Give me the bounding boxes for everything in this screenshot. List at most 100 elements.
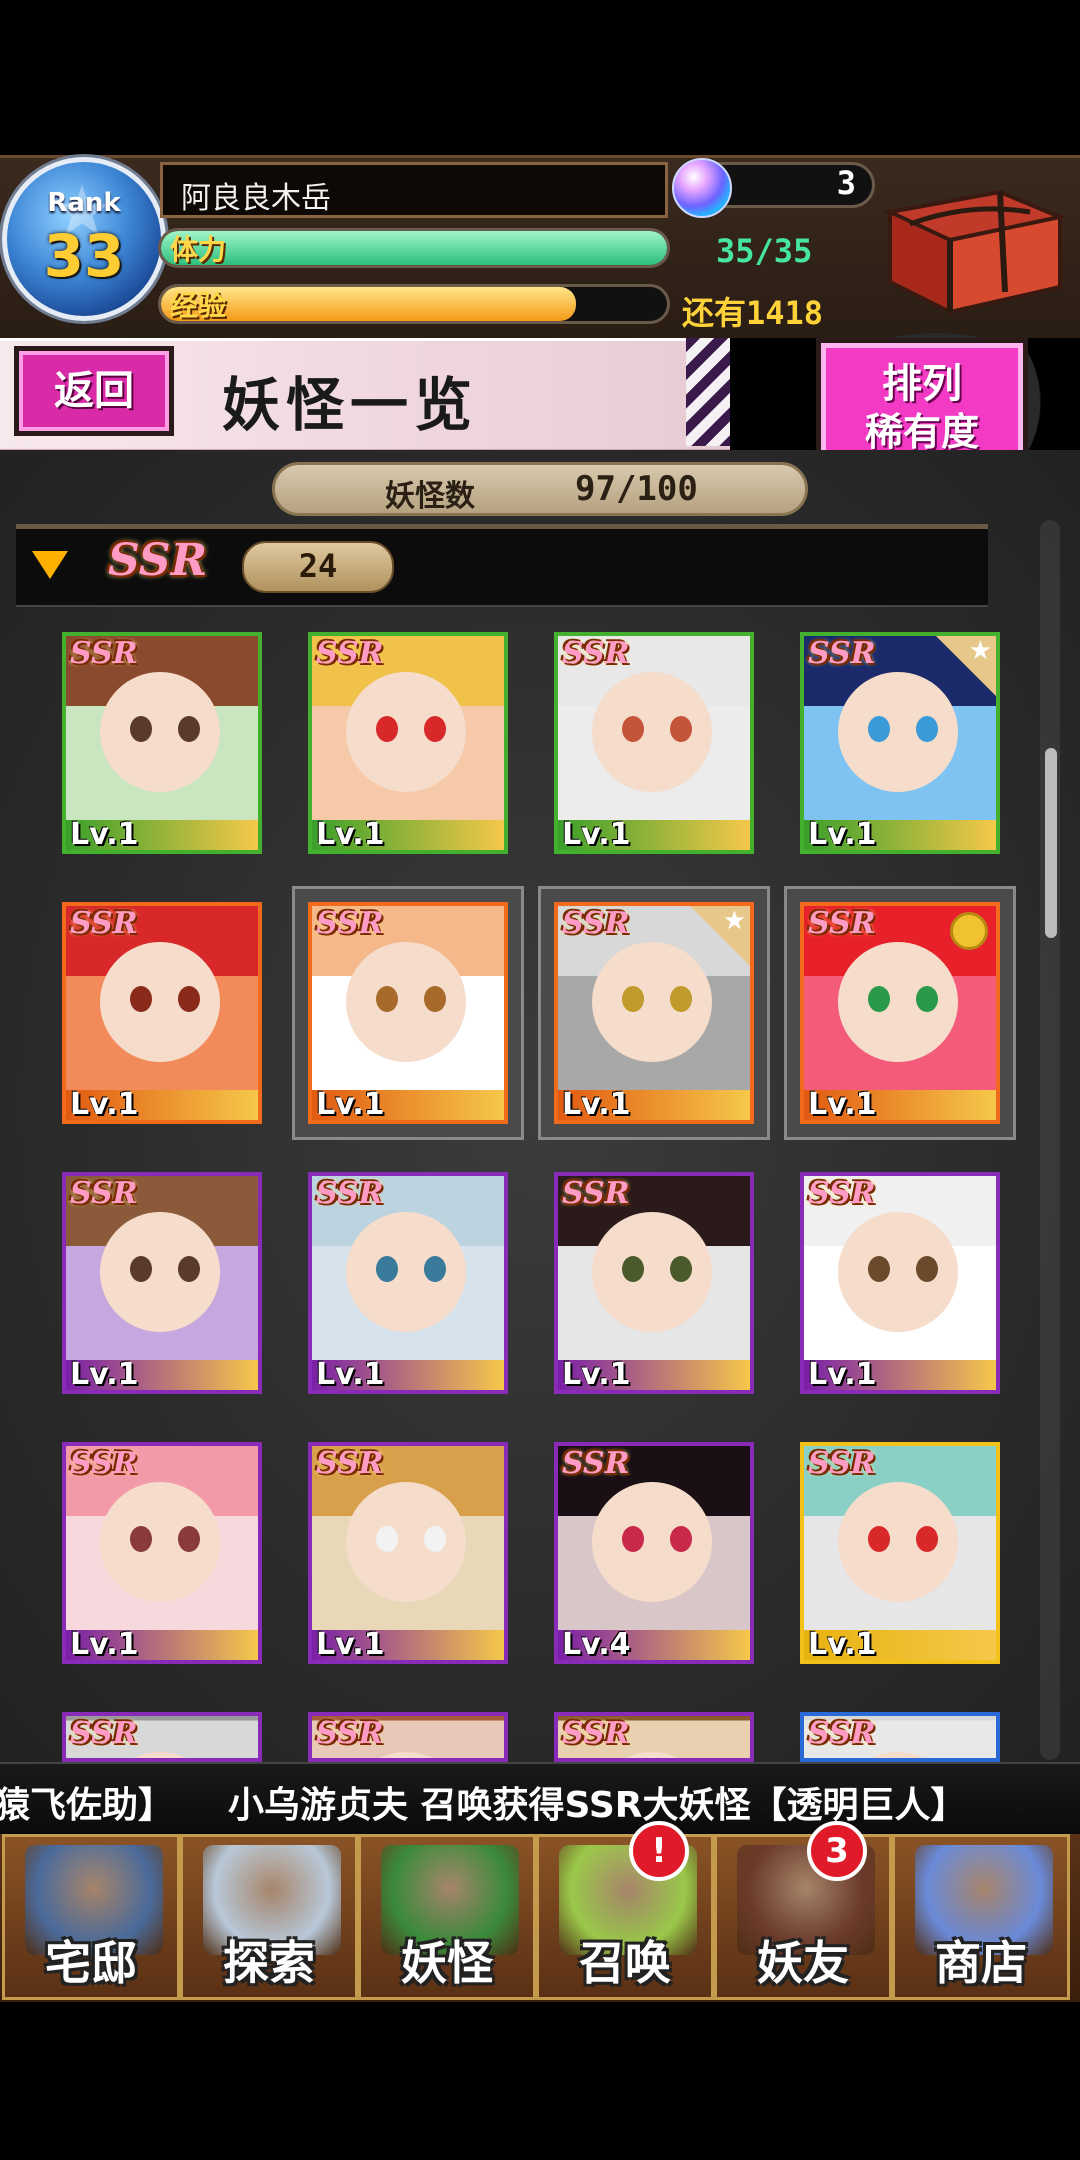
yokai-eye <box>178 1256 200 1282</box>
section-count: 24 <box>298 547 338 585</box>
card-level: Lv.1 <box>808 817 877 852</box>
card-level: Lv.1 <box>562 817 631 852</box>
nav-label: 妖友 <box>757 1936 849 1990</box>
card-rarity-badge: SSR <box>562 1446 630 1481</box>
yokai-eye <box>376 1256 398 1282</box>
yokai-eye <box>622 986 644 1012</box>
yokai-card[interactable]: SSR Lv.1 <box>554 1172 754 1394</box>
treasure-chest-icon[interactable] <box>880 172 1065 322</box>
yokai-card[interactable]: SSR <box>554 1712 754 1762</box>
yokai-eye <box>868 986 890 1012</box>
back-button[interactable]: 返回 <box>14 346 174 436</box>
stamina-value: 35/35 <box>716 232 813 270</box>
banner-stripe <box>686 338 730 446</box>
yokai-eye <box>376 986 398 1012</box>
card-rarity-badge: SSR <box>808 1446 876 1481</box>
nav-button-1[interactable]: 宅邸 <box>2 1834 180 2000</box>
yokai-card[interactable]: SSR Lv.1 <box>308 902 508 1124</box>
yokai-eye <box>670 716 692 742</box>
stamina-bar <box>158 228 670 268</box>
yokai-card[interactable]: SSR <box>308 1712 508 1762</box>
card-rarity-badge: SSR <box>316 636 384 671</box>
yokai-eye <box>376 716 398 742</box>
yokai-card[interactable]: SSR <box>62 1712 262 1762</box>
rank-label: Rank <box>47 188 121 218</box>
yokai-card[interactable]: SSR ★ Lv.1 <box>554 902 754 1124</box>
nav-label: 探索 <box>223 1936 315 1990</box>
scrollbar-thumb[interactable] <box>1045 748 1057 938</box>
yokai-card[interactable]: SSR Lv.1 <box>308 1442 508 1664</box>
yokai-face <box>100 1752 220 1758</box>
yokai-eye <box>424 1256 446 1282</box>
yokai-face <box>346 1212 466 1332</box>
exp-bar <box>158 284 670 324</box>
yokai-card[interactable]: SSR Lv.1 <box>308 632 508 854</box>
yokai-card[interactable]: SSR <box>800 1712 1000 1762</box>
card-level: Lv.1 <box>808 1087 877 1122</box>
nav-button-6[interactable]: 商店 <box>892 1834 1070 2000</box>
nav-button-3[interactable]: 妖怪 <box>358 1834 536 2000</box>
notification-badge: ! <box>629 1821 689 1881</box>
card-level: Lv.1 <box>70 1627 139 1662</box>
yokai-face <box>346 942 466 1062</box>
yokai-card[interactable]: SSR Lv.1 <box>62 1442 262 1664</box>
yokai-face <box>346 1752 466 1758</box>
yokai-eye <box>868 1256 890 1282</box>
yokai-eye <box>670 1256 692 1282</box>
yokai-card[interactable]: SSR ★ Lv.1 <box>800 632 1000 854</box>
nav-label: 妖怪 <box>401 1936 493 1990</box>
card-rarity-badge: SSR <box>808 1176 876 1211</box>
yokai-eye <box>178 716 200 742</box>
yokai-eye <box>868 716 890 742</box>
yokai-count-label: 妖怪数 <box>385 479 475 514</box>
nav-label: 召唤 <box>579 1936 671 1990</box>
sort-button[interactable]: 排列 稀有度 <box>816 338 1028 462</box>
nav-button-4[interactable]: 召唤! <box>536 1821 714 2000</box>
rarity-section-header[interactable]: SSR 24 <box>16 524 988 607</box>
gold-medal-icon <box>950 912 988 950</box>
yokai-face <box>838 1212 958 1332</box>
yokai-card[interactable]: SSR Lv.1 <box>800 902 1000 1124</box>
card-level: Lv.1 <box>808 1627 877 1662</box>
yokai-count-value: 97/100 <box>575 469 698 509</box>
card-rarity-badge: SSR <box>70 1176 138 1211</box>
yokai-card[interactable]: SSR Lv.1 <box>62 1172 262 1394</box>
rarity-badge: SSR <box>108 535 208 586</box>
yokai-card[interactable]: SSR Lv.1 <box>554 632 754 854</box>
yokai-eye <box>130 1256 152 1282</box>
stamina-bar-fill <box>161 231 667 265</box>
nav-label: 商店 <box>935 1936 1027 1990</box>
yokai-face <box>592 1482 712 1602</box>
card-level: Lv.1 <box>70 1357 139 1392</box>
yokai-eye <box>424 1526 446 1552</box>
yokai-eye <box>622 716 644 742</box>
card-level: Lv.1 <box>316 817 385 852</box>
nav-button-5[interactable]: 妖友 3 <box>714 1821 892 2000</box>
yokai-card[interactable]: SSR Lv.1 <box>62 902 262 1124</box>
rank-badge[interactable]: ★ Rank 33 <box>2 157 166 321</box>
yokai-card[interactable]: SSR Lv.4 <box>554 1442 754 1664</box>
card-level: Lv.4 <box>562 1627 631 1662</box>
card-level: Lv.1 <box>808 1357 877 1392</box>
yokai-face <box>100 1482 220 1602</box>
yokai-card[interactable]: SSR Lv.1 <box>800 1442 1000 1664</box>
yokai-eye <box>178 986 200 1012</box>
rank-value: 33 <box>43 222 125 290</box>
card-rarity-badge: SSR <box>808 636 876 671</box>
yokai-eye <box>376 1526 398 1552</box>
yokai-face <box>592 1752 712 1758</box>
nav-button-2[interactable]: 探索 <box>180 1834 358 2000</box>
yokai-face <box>346 672 466 792</box>
card-rarity-badge: SSR <box>316 906 384 941</box>
collapse-triangle-icon[interactable] <box>32 551 68 579</box>
yokai-face <box>838 1752 958 1758</box>
yokai-card[interactable]: SSR Lv.1 <box>62 632 262 854</box>
yokai-count-pill: 妖怪数 97/100 <box>272 462 808 516</box>
yokai-eye <box>130 716 152 742</box>
yokai-face <box>592 672 712 792</box>
yokai-card[interactable]: SSR Lv.1 <box>308 1172 508 1394</box>
scrollbar-track[interactable] <box>1040 520 1060 1760</box>
card-level: Lv.1 <box>316 1627 385 1662</box>
yokai-card[interactable]: SSR Lv.1 <box>800 1172 1000 1394</box>
yokai-face <box>592 1212 712 1332</box>
